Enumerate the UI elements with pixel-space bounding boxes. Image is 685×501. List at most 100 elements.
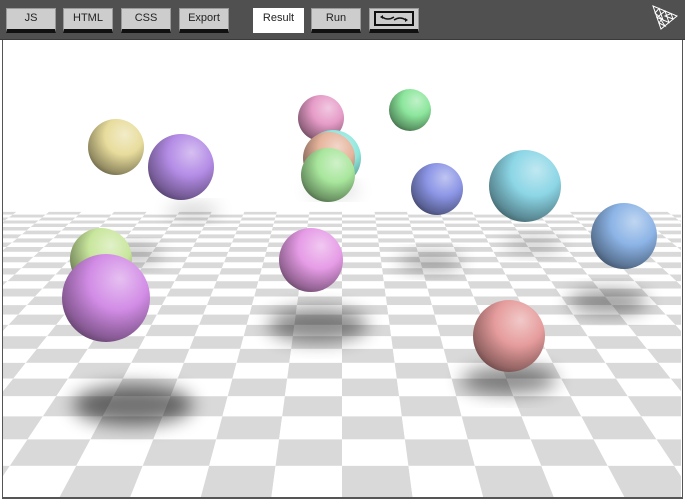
floor-tile xyxy=(384,288,430,297)
floor-tile xyxy=(36,336,97,349)
css-tab[interactable]: CSS xyxy=(121,8,171,33)
floor-tile xyxy=(233,234,271,239)
floor-tile xyxy=(453,247,494,252)
floor-tile xyxy=(189,336,244,349)
floor-tile xyxy=(391,336,444,349)
floor-tile xyxy=(480,227,518,231)
floor-tile xyxy=(545,348,606,363)
floor-tile xyxy=(467,439,542,466)
sphere-shadow xyxy=(73,385,193,425)
sphere-red-front xyxy=(473,300,545,372)
floor-tile xyxy=(408,217,444,221)
floor-tile xyxy=(342,396,402,417)
floor-tile xyxy=(145,324,200,337)
export-tab[interactable]: Export xyxy=(179,8,229,33)
floor-tile xyxy=(194,324,247,337)
floor-tile xyxy=(342,362,397,379)
floor-tile xyxy=(287,362,342,379)
floor-tile xyxy=(242,214,277,218)
floor-tile xyxy=(200,465,276,497)
floor-tile xyxy=(414,238,452,243)
floor-tile xyxy=(459,262,503,269)
floor-tile xyxy=(342,214,376,218)
floor-tile xyxy=(443,220,479,224)
floor-tile xyxy=(4,217,43,221)
floor-tile xyxy=(374,214,409,218)
floor-tile xyxy=(342,251,381,257)
floor-tile xyxy=(587,274,635,282)
floor-tile xyxy=(409,220,445,224)
floor-tile xyxy=(464,274,510,282)
floor-tile xyxy=(374,211,408,215)
floor-tile xyxy=(134,223,172,228)
floor-tile xyxy=(619,314,676,325)
floor-tile xyxy=(462,268,506,275)
floor-tile xyxy=(141,262,185,269)
floor-tile xyxy=(383,281,428,289)
floor-tile xyxy=(410,223,446,228)
floor-tile xyxy=(542,268,588,275)
floor-tile xyxy=(27,256,72,263)
floor-tile xyxy=(199,230,237,235)
floor-tile xyxy=(342,274,384,282)
floor-tile xyxy=(174,274,220,282)
floor-tile xyxy=(382,274,426,282)
floor-tile xyxy=(551,281,599,289)
floor-tile xyxy=(34,220,73,224)
floor-tile xyxy=(190,247,231,252)
js-tab[interactable]: JS xyxy=(6,8,56,33)
floor-tile xyxy=(155,242,196,248)
floor-tile xyxy=(161,296,211,306)
sphere-shadow xyxy=(503,237,563,253)
floor-tile xyxy=(627,324,681,337)
floor-tile xyxy=(427,288,474,297)
floor-tile xyxy=(401,416,468,440)
floor-tile xyxy=(219,268,262,275)
floor-tile xyxy=(122,238,162,243)
floor-tile xyxy=(201,227,239,231)
floor-tile xyxy=(289,348,342,363)
floor-tile xyxy=(3,281,50,289)
floor-tile xyxy=(546,223,585,228)
floor-tile xyxy=(238,223,274,228)
layout-toggle-button[interactable] xyxy=(369,8,419,33)
html-tab[interactable]: HTML xyxy=(63,8,113,33)
floor-tile xyxy=(78,348,139,363)
floor-tile xyxy=(232,362,290,379)
floor-tile xyxy=(139,217,176,221)
floor-tile xyxy=(513,396,582,417)
sphere-cyan xyxy=(489,150,561,222)
floor-tile xyxy=(177,362,237,379)
three-logo-icon[interactable] xyxy=(651,2,679,32)
floor-tile xyxy=(484,234,523,239)
floor-tile xyxy=(450,238,489,243)
floor-tile xyxy=(125,234,165,239)
floor-tile xyxy=(546,274,593,282)
floor-tile xyxy=(375,217,410,221)
floor-tile xyxy=(251,296,299,306)
floor-tile xyxy=(378,242,417,248)
floor-tile xyxy=(38,217,76,221)
floor-tile xyxy=(236,227,273,231)
floor-tile xyxy=(138,336,195,349)
floor-tile xyxy=(192,242,233,248)
floor-tile xyxy=(470,288,518,297)
floor-tile xyxy=(392,348,448,363)
floor-tile xyxy=(216,416,283,440)
floor-tile xyxy=(634,281,681,289)
floor-tile xyxy=(342,242,380,248)
result-tab[interactable]: Result xyxy=(253,8,304,33)
floor-tile xyxy=(131,227,170,231)
floor-tile xyxy=(456,396,522,417)
result-canvas[interactable] xyxy=(2,40,683,499)
floor-tile xyxy=(622,268,670,275)
floor-tile xyxy=(379,247,418,252)
floor-tile xyxy=(3,247,44,252)
run-button[interactable]: Run xyxy=(311,8,361,33)
floor-tile xyxy=(207,217,243,221)
floor-tile xyxy=(6,242,49,248)
floor-tile xyxy=(473,214,509,218)
floor-tile xyxy=(130,465,210,497)
floor-tile xyxy=(412,230,449,235)
floor-tile xyxy=(3,220,39,224)
